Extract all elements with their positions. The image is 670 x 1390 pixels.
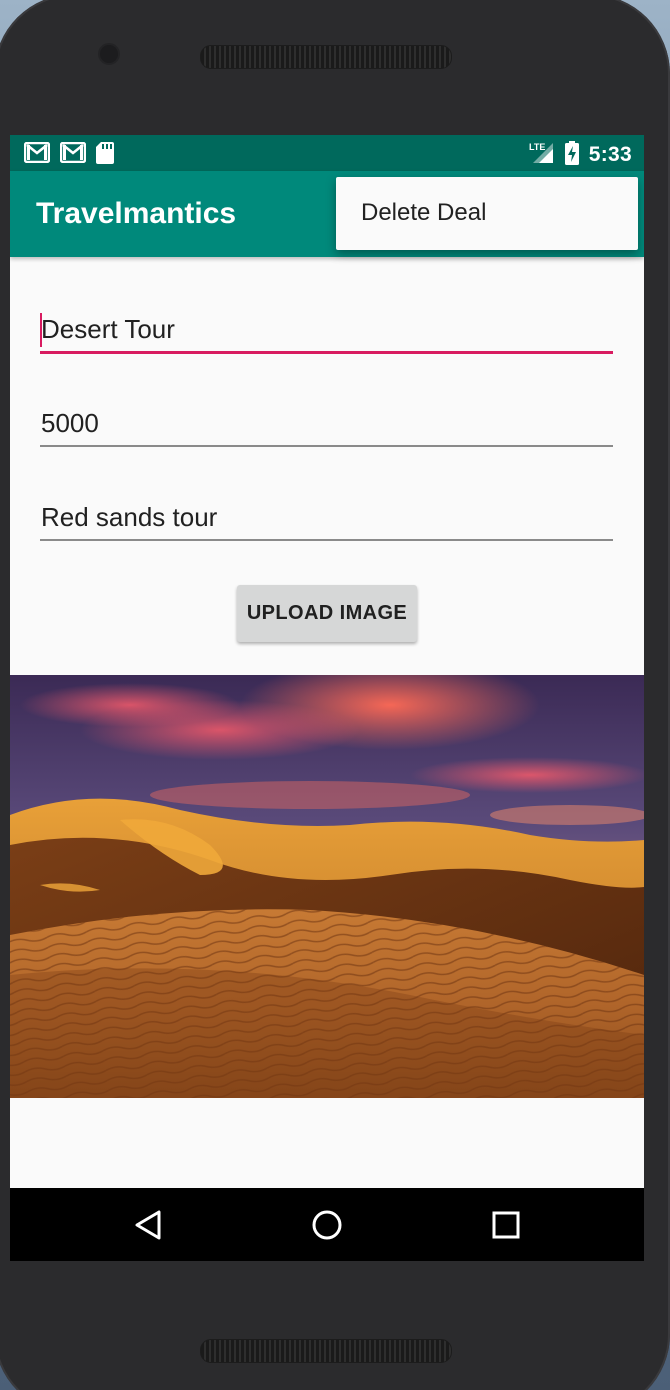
status-bar: LTE 5:33 [10,135,644,171]
status-time: 5:33 [588,143,632,166]
text-cursor [40,313,42,347]
title-input-value: Desert Tour [41,314,175,344]
description-field-underline [40,539,613,541]
lte-signal-icon: LTE [529,141,555,169]
title-field[interactable]: Desert Tour [40,311,613,354]
price-field[interactable]: 5000 [40,405,613,447]
bottom-speaker [200,1339,452,1363]
price-input[interactable]: 5000 [40,405,613,441]
front-camera [98,43,120,65]
price-field-underline [40,445,613,447]
gmail-icon [59,141,87,164]
sd-card-icon [96,142,114,164]
title-field-underline [40,351,613,354]
home-icon[interactable] [310,1208,344,1242]
title-input[interactable]: Desert Tour [40,311,613,347]
back-icon[interactable] [132,1208,166,1242]
notification-icons [23,141,114,164]
menu-item-delete-deal[interactable]: Delete Deal [361,199,486,227]
price-input-value: 5000 [41,408,99,438]
app-title: Travelmantics [36,197,237,230]
system-navigation-bar [10,1188,644,1261]
description-input[interactable]: Red sands tour [40,499,613,535]
overflow-menu: Delete Deal [336,177,638,250]
battery-charging-icon [564,141,579,169]
app-screen: LTE 5:33 Travelmantics Delete Deal Deser… [10,135,644,1261]
deal-image [10,675,644,1098]
description-field[interactable]: Red sands tour [40,499,613,541]
system-icons: LTE 5:33 [529,141,632,169]
description-input-value: Red sands tour [41,502,218,532]
recents-icon[interactable] [489,1208,523,1242]
earpiece-speaker [200,45,452,69]
upload-image-button[interactable]: UPLOAD IMAGE [237,585,417,642]
svg-text:LTE: LTE [529,142,545,152]
gmail-icon [23,141,51,164]
